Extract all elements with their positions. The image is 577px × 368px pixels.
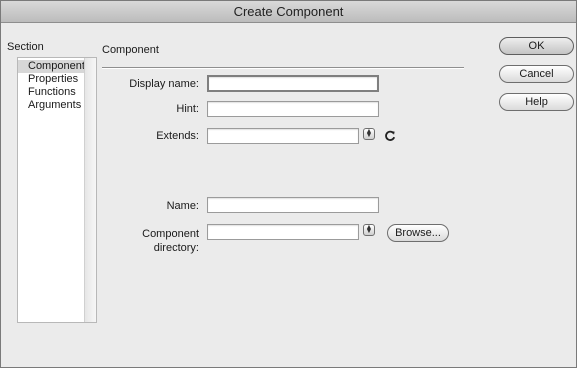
section-list: Component Properties Functions Arguments [17, 57, 97, 323]
cancel-button[interactable]: Cancel [499, 65, 574, 83]
create-component-dialog: Create Component Section Component Prope… [0, 0, 577, 368]
hint-label: Hint: [176, 103, 199, 115]
section-item-functions[interactable]: Functions [18, 86, 85, 99]
section-list-scroll-strip [84, 58, 96, 322]
extends-stepper-icon[interactable]: ▲ ▼ [363, 128, 375, 140]
display-name-field[interactable] [207, 75, 379, 92]
section-item-properties[interactable]: Properties [18, 73, 85, 86]
help-button[interactable]: Help [499, 93, 574, 111]
heading-divider [102, 67, 464, 69]
component-directory-field[interactable] [207, 224, 359, 240]
section-item-component[interactable]: Component [18, 60, 85, 73]
name-label: Name: [166, 200, 199, 212]
name-field[interactable] [207, 197, 379, 213]
display-name-label: Display name: [129, 78, 199, 90]
refresh-icon[interactable] [384, 130, 396, 142]
hint-field[interactable] [207, 101, 379, 117]
window-title: Create Component [1, 1, 576, 23]
browse-button[interactable]: Browse... [387, 224, 449, 242]
extends-field[interactable] [207, 128, 359, 144]
ok-button[interactable]: OK [499, 37, 574, 55]
component-directory-stepper-icon[interactable]: ▲ ▼ [363, 224, 375, 236]
component-directory-label: Component directory: [142, 228, 199, 254]
extends-label: Extends: [156, 130, 199, 142]
section-item-arguments[interactable]: Arguments [18, 99, 85, 112]
panel-heading: Component [102, 44, 159, 56]
section-label: Section [7, 41, 44, 53]
